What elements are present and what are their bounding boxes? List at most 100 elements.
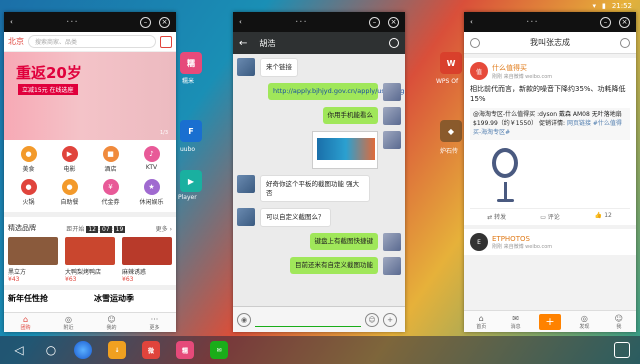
nuomi-app-icon[interactable]: 糯 xyxy=(180,52,202,74)
avatar[interactable] xyxy=(383,257,401,276)
repost-button[interactable]: ⇄ 转发 xyxy=(470,209,523,221)
banner-title: 重返20岁 xyxy=(16,64,82,82)
post-image[interactable] xyxy=(470,144,630,204)
download-app-icon[interactable]: ↓ xyxy=(108,341,126,359)
buffet-icon: ● xyxy=(61,179,78,195)
plus-icon: + xyxy=(539,313,562,330)
post-author[interactable]: 什么值得买 xyxy=(492,63,552,73)
minimize-icon[interactable]: – xyxy=(140,16,151,28)
leisure-icon: ★ xyxy=(143,179,160,195)
back-icon[interactable]: ◁ xyxy=(10,341,28,359)
battery-icon: ▮ xyxy=(601,2,606,10)
nuomi-app-icon[interactable]: 糯 xyxy=(176,341,194,359)
avatar[interactable] xyxy=(237,174,255,193)
category-item[interactable]: ★ 休闲娱乐 xyxy=(131,179,172,206)
multi-window-icon[interactable] xyxy=(614,342,630,358)
plus-icon[interactable]: + xyxy=(383,312,397,327)
category-item[interactable]: ● 火锅 xyxy=(8,179,49,206)
window-titlebar: ‹ ··· – × xyxy=(464,12,636,32)
promo-item[interactable]: 新年任性抢 xyxy=(4,290,90,311)
comment-icon: ▭ xyxy=(540,214,548,222)
desktop-label: 糯米 xyxy=(182,78,195,85)
shop-card[interactable]: 大鸭梨烤鸭店 ¥63 xyxy=(65,237,115,283)
nav-more[interactable]: ··· 更多 xyxy=(133,313,176,332)
post-author[interactable]: ETPHOTOS xyxy=(492,235,552,243)
nav-compose[interactable]: + xyxy=(533,313,567,330)
chat-image-message xyxy=(237,130,401,169)
weibo-window: ‹ ··· – × 我叫张志成 值 什么值得买 刚刚 来自微博 weibo.co… xyxy=(464,12,636,332)
avatar[interactable] xyxy=(383,106,401,125)
close-icon[interactable]: × xyxy=(619,16,630,28)
category-item[interactable]: ¥ 代金券 xyxy=(90,179,131,206)
post-meta: 刚刚 来自微博 weibo.com xyxy=(492,73,553,80)
more-icon: ··· xyxy=(150,314,159,324)
category-item[interactable]: ■ 酒店 xyxy=(90,146,131,173)
comment-button[interactable]: ▭ 评论 xyxy=(523,209,576,221)
profile-icon[interactable] xyxy=(389,38,399,48)
nav-mine[interactable]: ☺ 我的 xyxy=(90,313,133,332)
shop-list: 黑立方 ¥43 大鸭梨烤鸭店 ¥63 麻辣诱惑 ¥63 xyxy=(4,235,176,285)
desktop-label: WPS Of xyxy=(436,78,459,85)
emoji-icon[interactable]: ☺ xyxy=(365,312,379,327)
nav-home[interactable]: ⌂ 首页 xyxy=(464,314,498,330)
like-button[interactable]: 👍 12 xyxy=(577,209,630,221)
voice-icon[interactable]: ◉ xyxy=(237,312,251,327)
screenshot-thumbnail[interactable] xyxy=(312,130,378,169)
message-input[interactable] xyxy=(255,313,361,327)
avatar[interactable] xyxy=(237,58,255,76)
web-link[interactable]: 网页链接 xyxy=(567,120,591,127)
scan-icon[interactable] xyxy=(160,35,172,48)
chat-message: 目前还米有自定义截图功能 xyxy=(237,257,401,276)
city-selector[interactable]: 北京 xyxy=(8,36,24,47)
avatar[interactable]: E xyxy=(470,233,488,252)
close-icon[interactable]: × xyxy=(159,16,170,28)
browser-app-icon[interactable] xyxy=(74,341,92,359)
voucher-icon: ¥ xyxy=(102,179,119,195)
avatar[interactable] xyxy=(383,82,401,101)
app-icon[interactable]: F xyxy=(180,120,202,142)
bottom-nav: ⌂ 团购 ◎ 附近 ☺ 我的 ··· 更多 xyxy=(4,312,176,332)
wechat-app-icon[interactable]: ✉ xyxy=(210,341,228,359)
shop-card[interactable]: 黑立方 ¥43 xyxy=(8,237,58,283)
category-item[interactable]: ▶ 电影 xyxy=(49,146,90,173)
back-arrow-icon[interactable]: ← xyxy=(239,38,247,49)
close-icon[interactable]: × xyxy=(388,16,399,28)
home-icon[interactable]: ○ xyxy=(42,341,60,359)
meituan-window: ‹ ··· – × 北京 搜索商家、品类 重返20岁 立减15元 在线选座 1/… xyxy=(4,12,176,332)
player-app-icon[interactable]: ▶ xyxy=(180,170,202,192)
banner-pager: 1/3 xyxy=(159,130,168,136)
promo-item[interactable]: 冰雪运动季 xyxy=(90,290,176,311)
shop-card[interactable]: 麻辣诱惑 ¥63 xyxy=(122,237,172,283)
promo-banner[interactable]: 重返20岁 立减15元 在线选座 1/3 xyxy=(4,52,176,140)
thumb-up-icon: 👍 xyxy=(594,212,605,220)
countdown: 距开始 12:07:19 xyxy=(66,225,126,233)
chat-message: 你用手机能看么 xyxy=(237,106,401,125)
avatar[interactable] xyxy=(237,208,255,227)
avatar[interactable] xyxy=(383,130,401,149)
minimize-icon[interactable]: – xyxy=(369,16,380,28)
minimize-icon[interactable]: – xyxy=(600,16,611,28)
weibo-app-icon[interactable]: 微 xyxy=(142,341,160,359)
weibo-header: 我叫张志成 xyxy=(464,32,636,54)
category-grid: ● 美食 ▶ 电影 ■ 酒店 ♪ KTV ● 火锅 ● 自助餐 ¥ 代金券 ★ 休闲娱乐 xyxy=(4,140,176,206)
search-input[interactable]: 搜索商家、品类 xyxy=(28,35,156,48)
repost-block[interactable]: @海淘专区-什么值得买 :dyson 戴森 AM08 无叶落地扇 $199.99… xyxy=(470,108,630,141)
nav-messages[interactable]: ✉ 消息 xyxy=(498,314,532,330)
desktop-label: uubo xyxy=(180,146,196,153)
nav-nearby[interactable]: ◎ 附近 xyxy=(47,313,90,332)
avatar[interactable]: 值 xyxy=(470,62,488,80)
more-link[interactable]: 更多 › xyxy=(156,224,172,233)
nav-discover[interactable]: ◎ 发现 xyxy=(567,314,601,330)
chat-input-bar: ◉ ☺ + xyxy=(233,306,405,332)
nav-tuangou[interactable]: ⌂ 团购 xyxy=(4,313,47,332)
hearthstone-app-icon[interactable]: ◆ xyxy=(440,120,462,142)
wps-app-icon[interactable]: W xyxy=(440,52,462,74)
radar-icon[interactable] xyxy=(620,37,630,48)
add-friend-icon[interactable] xyxy=(470,37,480,48)
hotpot-icon: ● xyxy=(20,179,37,195)
category-item[interactable]: ● 美食 xyxy=(8,146,49,173)
category-item[interactable]: ♪ KTV xyxy=(131,146,172,173)
avatar[interactable] xyxy=(383,233,401,252)
nav-me[interactable]: ☺ 我 xyxy=(602,314,636,330)
category-item[interactable]: ● 自助餐 xyxy=(49,179,90,206)
